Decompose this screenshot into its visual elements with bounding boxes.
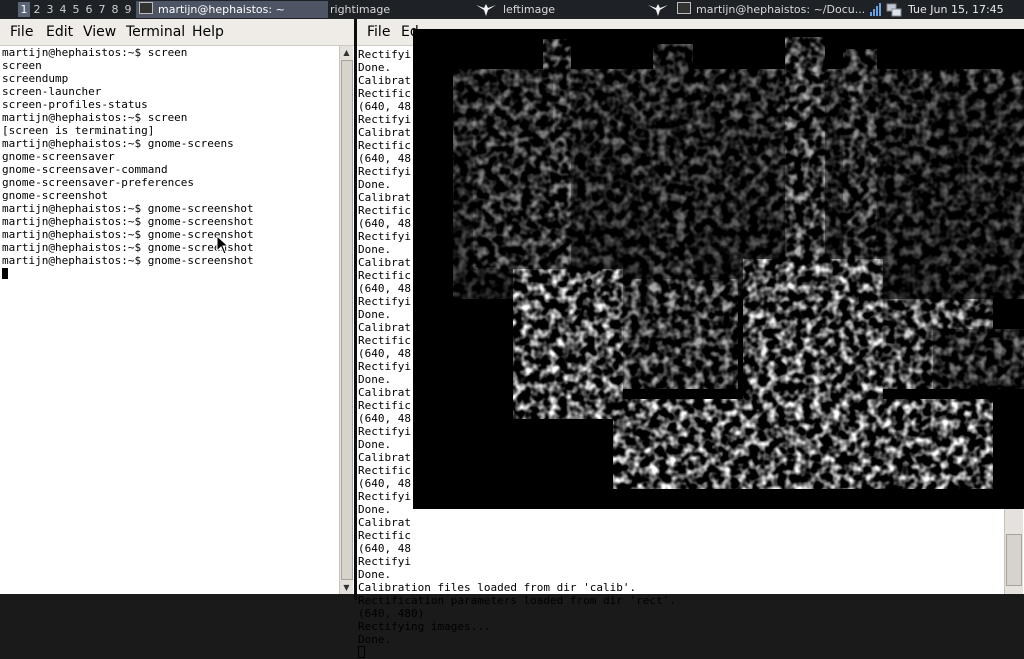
menu-file[interactable]: File [10, 24, 33, 40]
task-leftimage[interactable]: leftimage [503, 1, 643, 18]
terminal-icon [677, 2, 691, 14]
cursor-line [2, 267, 254, 280]
workspace-3[interactable]: 3 [44, 2, 56, 17]
terminal-icon [139, 2, 153, 14]
terminal-line: gnome-screensaver [2, 150, 115, 163]
scroll-thumb[interactable] [1006, 534, 1022, 586]
task-rightimage[interactable]: rightimage [330, 1, 470, 18]
terminal-line: Rectification parameters loaded from dir… [358, 594, 676, 607]
terminal-line: Done. [358, 633, 392, 646]
network-icon[interactable] [886, 2, 902, 17]
terminal-line: gnome-screensaver-preferences [2, 176, 195, 189]
cursor-line [358, 646, 676, 659]
scroll-thumb[interactable] [341, 60, 353, 580]
terminal-line: Calibration files loaded from dir 'calib… [358, 581, 637, 594]
task-title: martijn@hephaistos: ~/Docu... [696, 3, 864, 16]
task-title: rightimage [330, 3, 391, 16]
text-cursor [358, 646, 365, 658]
terminal-line: (640, 48 [358, 542, 411, 555]
menu-edit[interactable]: Edit [46, 24, 73, 40]
terminal-line: gnome-screensaver-command [2, 163, 168, 176]
clock[interactable]: Tue Jun 15, 17:45 [908, 1, 1004, 18]
disparity-image-window[interactable] [413, 29, 1024, 509]
terminal-line: screen [2, 59, 42, 72]
task-terminal-documents[interactable]: martijn@hephaistos: ~/Docu... [674, 1, 864, 18]
terminal-line: screendump [2, 72, 69, 85]
terminal-line: Rectifying images... [358, 620, 491, 633]
workspace-6[interactable]: 6 [83, 2, 95, 17]
workspace-4[interactable]: 4 [57, 2, 69, 17]
signal-strength-icon[interactable] [870, 3, 882, 16]
terminal-line: martijn@hephaistos:~$ gnome-screens [2, 137, 234, 150]
terminal-line: martijn@hephaistos:~$ screen [2, 111, 188, 124]
terminal-line: [screen is terminating] [2, 124, 155, 137]
bird-app-icon [476, 4, 496, 16]
bird-app-icon [648, 4, 668, 16]
workspace-5[interactable]: 5 [70, 2, 82, 17]
scroll-up-arrow[interactable]: ▲ [340, 46, 353, 59]
top-panel: 1 2 3 4 5 6 7 8 9 martijn@hephaistos: ~ … [0, 0, 1024, 19]
menu-view[interactable]: View [83, 24, 116, 40]
menu-bar: File Edit View Terminal Help [0, 19, 354, 46]
menu-terminal[interactable]: Terminal [126, 24, 185, 40]
terminal-line: Rectific [358, 529, 411, 542]
text-cursor [2, 268, 8, 279]
scrollbar[interactable]: ▲ ▼ [339, 46, 353, 594]
workspace-8[interactable]: 8 [109, 2, 121, 17]
menu-file[interactable]: File [367, 24, 390, 40]
terminal-line: screen-profiles-status [2, 98, 148, 111]
terminal-line: martijn@hephaistos:~$ gnome-screenshot [2, 215, 254, 228]
task-title: martijn@hephaistos: ~ [158, 3, 285, 16]
workspace-2[interactable]: 2 [31, 2, 43, 17]
workspace-7[interactable]: 7 [96, 2, 108, 17]
terminal-line: martijn@hephaistos:~$ screen [2, 46, 188, 59]
terminal-line: gnome-screenshot [2, 189, 108, 202]
terminal-line: Calibrat [358, 516, 411, 529]
workspace-1[interactable]: 1 [18, 2, 30, 17]
terminal-line: martijn@hephaistos:~$ gnome-screenshot [2, 254, 254, 267]
terminal-line: martijn@hephaistos:~$ gnome-screenshot [2, 202, 254, 215]
terminal-window-left[interactable]: File Edit View Terminal Help martijn@hep… [0, 19, 354, 594]
menu-help[interactable]: Help [192, 24, 224, 40]
workspace-9[interactable]: 9 [122, 2, 134, 17]
task-terminal-home[interactable]: martijn@hephaistos: ~ [136, 1, 328, 18]
disparity-image [413, 29, 1024, 509]
terminal-line: Rectifyi [358, 555, 411, 568]
scroll-down-arrow[interactable]: ▼ [340, 581, 353, 594]
terminal-line: (640, 480) [358, 607, 425, 620]
terminal-line: Done. [358, 568, 392, 581]
terminal-line: screen-launcher [2, 85, 102, 98]
task-title: leftimage [503, 3, 556, 16]
mouse-pointer-icon [216, 235, 230, 255]
